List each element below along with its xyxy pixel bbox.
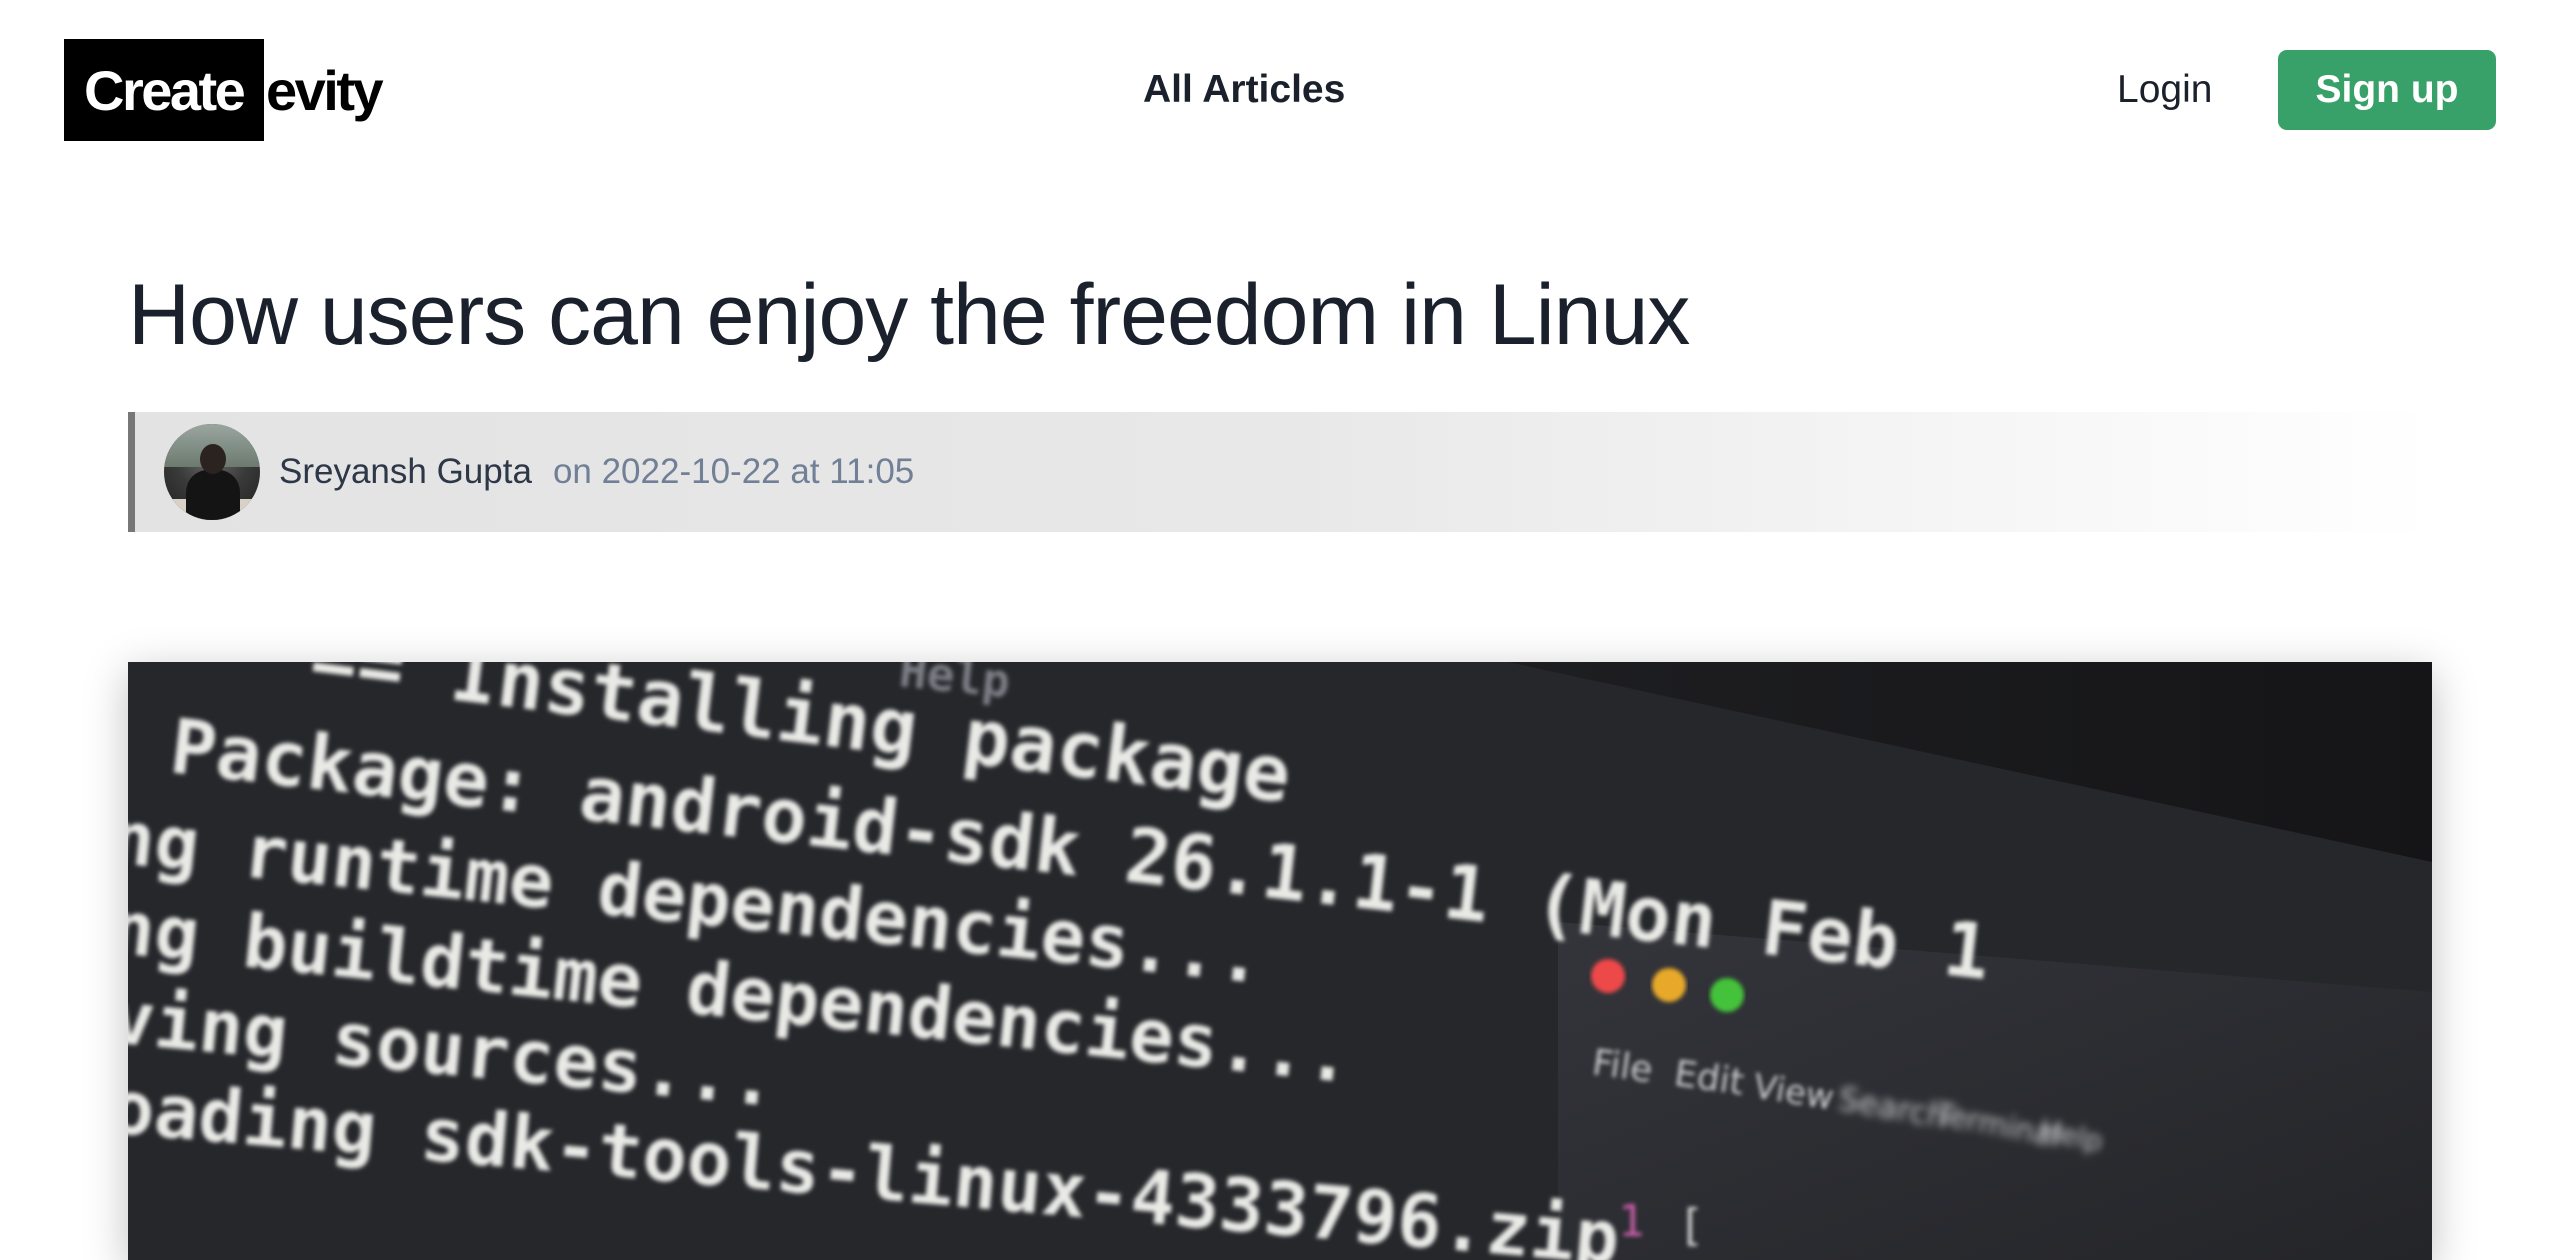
page: Create evity All Articles Login Sign up … bbox=[0, 0, 2560, 1260]
hero-image: Help == Installing package Package: andr… bbox=[128, 662, 2432, 1260]
article-title: How users can enjoy the freedom in Linux bbox=[128, 267, 1690, 363]
author-avatar[interactable] bbox=[164, 424, 260, 520]
site-header: Create evity All Articles Login Sign up bbox=[0, 0, 2560, 180]
article-byline: Sreyansh Gupta on 2022-10-22 at 11:05 bbox=[128, 412, 2432, 532]
signup-button[interactable]: Sign up bbox=[2278, 50, 2496, 130]
author-name[interactable]: Sreyansh Gupta bbox=[279, 452, 532, 492]
editor-line-text: [ bbox=[1678, 1200, 1705, 1251]
publish-date: on 2022-10-22 at 11:05 bbox=[552, 452, 915, 491]
logo-part-evity: evity bbox=[266, 58, 384, 122]
login-link[interactable]: Login bbox=[2117, 62, 2212, 118]
avatar-figure-head bbox=[200, 444, 226, 474]
logo-part-create: Create bbox=[64, 39, 264, 141]
window-minimize-dot-icon bbox=[1652, 968, 1686, 1002]
menu-file: File bbox=[1590, 1042, 1655, 1091]
editor-line-number: 1 bbox=[1618, 1196, 1645, 1247]
site-logo[interactable]: Create evity bbox=[64, 39, 384, 141]
window-maximize-dot-icon bbox=[1710, 978, 1744, 1012]
window-close-dot-icon bbox=[1591, 959, 1625, 993]
nav-all-articles[interactable]: All Articles bbox=[1143, 62, 1345, 118]
hero-terminal-illustration: Help == Installing package Package: andr… bbox=[128, 662, 2432, 1260]
avatar-figure-body bbox=[186, 470, 240, 520]
